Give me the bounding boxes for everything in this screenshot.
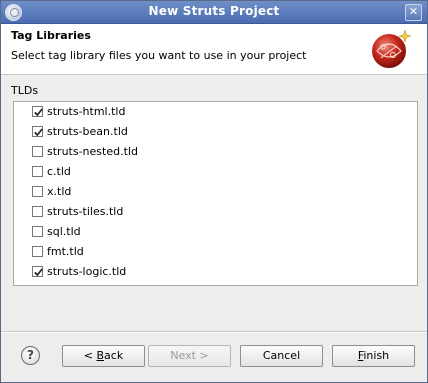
tld-item-label: c.tld [47,165,71,178]
back-button[interactable]: < Back [62,345,145,367]
checkbox[interactable] [32,106,43,117]
tld-item-label: struts-html.tld [47,105,126,118]
wizard-header: Tag Libraries Select tag library files y… [1,24,427,75]
checkbox[interactable] [32,166,43,177]
tld-item-label: struts-logic.tld [47,265,127,278]
checkbox[interactable] [32,266,43,277]
checkbox[interactable] [32,126,43,137]
tld-item-label: fmt.tld [47,245,84,258]
checkbox[interactable] [32,186,43,197]
tld-list[interactable]: struts-html.tld struts-bean.tld struts-n… [13,101,418,286]
close-button[interactable]: ✕ [405,4,422,21]
finish-rest: inish [363,349,390,362]
next-label: Next > [170,349,209,362]
back-rest: ack [104,349,124,362]
checkbox[interactable] [32,146,43,157]
page-title: Tag Libraries [11,29,91,42]
page-description: Select tag library files you want to use… [11,49,307,62]
help-icon: ? [27,348,34,362]
title-bar[interactable]: New Struts Project ✕ [1,1,427,24]
cancel-button[interactable]: Cancel [240,345,323,367]
dialog-window: New Struts Project ✕ Tag Libraries Selec… [0,0,428,383]
back-mnemonic: B [96,349,105,362]
checkbox[interactable] [32,246,43,257]
checkmark-icon [34,128,43,137]
checkbox[interactable] [32,226,43,237]
tld-item-label: sql.tld [47,225,81,238]
checkmark-icon [34,268,43,277]
back-prefix: < [83,349,97,362]
checkbox[interactable] [32,206,43,217]
tld-item-label: struts-nested.tld [47,145,138,158]
tlds-label: TLDs [11,84,39,97]
tld-item-label: struts-tiles.tld [47,205,124,218]
cancel-label: Cancel [262,349,301,362]
finish-button[interactable]: Finish [332,345,415,367]
checkmark-icon [34,108,43,117]
window-title: New Struts Project [148,4,280,18]
help-button[interactable]: ? [21,346,40,365]
struts-logo-icon [372,29,412,68]
tld-item-label: x.tld [47,185,72,198]
close-icon: ✕ [408,5,419,18]
tld-item-label: struts-bean.tld [47,125,128,138]
footer-separator [1,331,427,333]
next-button[interactable]: Next > [148,345,231,367]
